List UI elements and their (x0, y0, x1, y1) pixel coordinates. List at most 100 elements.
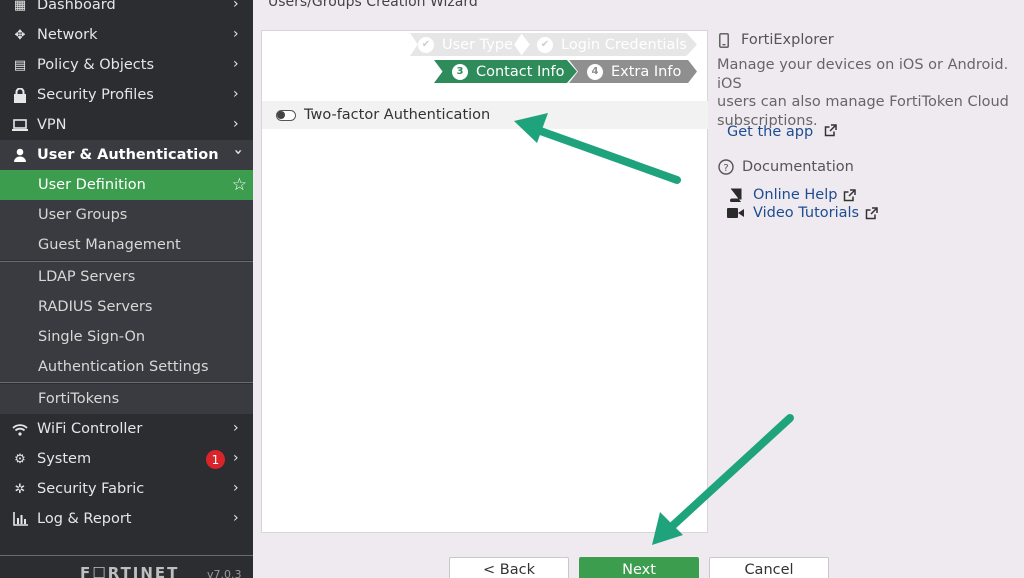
documentation-title: Documentation (742, 159, 854, 175)
step-number: 4 (587, 63, 603, 80)
sidebar-item-network[interactable]: ✥ Network › (0, 20, 253, 50)
sidebar-subitem-fortitokens[interactable]: FortiTokens (0, 384, 253, 414)
external-link-icon (844, 188, 857, 201)
page-title: Users/Groups Creation Wizard (268, 0, 478, 10)
video-tutorials-link[interactable]: Video Tutorials (727, 205, 878, 221)
step-login-credentials: ✔ Login Credentials (521, 33, 697, 56)
sidebar-item-label: Dashboard (37, 0, 116, 13)
get-app-label[interactable]: Get the app (727, 124, 813, 140)
sidebar-item-dashboard[interactable]: ▦ Dashboard › (0, 0, 253, 20)
sidebar-subitem-label: User Definition (38, 177, 146, 193)
sidebar-item-vpn[interactable]: VPN › (0, 110, 253, 140)
sidebar-subitem-radius-servers[interactable]: RADIUS Servers (0, 292, 253, 322)
sidebar-item-label: Network (37, 27, 98, 43)
online-help-link[interactable]: Online Help (729, 187, 857, 203)
sidebar-subitem-label: LDAP Servers (38, 269, 136, 285)
fabric-icon: ✲ (14, 481, 26, 497)
sidebar-item-security-fabric[interactable]: ✲ Security Fabric › (0, 474, 253, 504)
step-label: Extra Info (611, 63, 682, 80)
sidebar-item-label: Security Profiles (37, 87, 154, 103)
gear-icon: ⚙ (14, 451, 26, 467)
sidebar-item-label: System (37, 451, 92, 467)
check-icon: ✔ (537, 36, 553, 53)
chevron-right-icon: › (233, 450, 239, 466)
notification-badge: 1 (206, 450, 225, 469)
sidebar-item-system[interactable]: ⚙ System 1 › (0, 444, 253, 474)
sidebar-subitem-single-sign-on[interactable]: Single Sign-On (0, 322, 253, 352)
wifi-icon (11, 420, 29, 438)
check-icon: ✔ (418, 36, 434, 53)
fortiexplorer-description: Manage your devices on iOS or Android. i… (717, 56, 1024, 130)
step-user-type: ✔ User Type (410, 33, 522, 56)
sidebar-divider (0, 382, 253, 383)
chevron-right-icon: › (233, 26, 239, 42)
sidebar-subitem-ldap-servers[interactable]: LDAP Servers (0, 262, 253, 292)
next-button[interactable]: Next (579, 557, 699, 578)
get-app-link[interactable]: Get the app (727, 121, 837, 140)
cancel-button[interactable]: Cancel (709, 557, 829, 578)
sidebar-subitem-label: Guest Management (38, 237, 181, 253)
fortiexplorer-title: FortiExplorer (741, 32, 834, 48)
video-tutorials-label[interactable]: Video Tutorials (753, 205, 859, 221)
chevron-down-icon: › (230, 149, 246, 155)
sidebar-subitem-label: Single Sign-On (38, 329, 146, 345)
chevron-right-icon: › (233, 420, 239, 436)
network-icon: ✥ (14, 27, 26, 43)
sidebar-item-user-authentication[interactable]: User & Authentication › (0, 140, 253, 170)
chevron-right-icon: › (233, 86, 239, 102)
sidebar-subitem-label: User Groups (38, 207, 128, 223)
two-factor-toggle[interactable] (276, 109, 296, 121)
external-link-icon (865, 206, 878, 219)
description-line: Manage your devices on iOS or Android. i… (717, 57, 1009, 92)
help-circle-icon: ? (718, 159, 734, 175)
chevron-right-icon: › (233, 116, 239, 132)
sidebar-item-label: Log & Report (37, 511, 132, 527)
sidebar-subitem-user-groups[interactable]: User Groups (0, 200, 253, 230)
chart-icon (11, 510, 29, 528)
sidebar-subitem-user-definition[interactable]: User Definition ☆ (0, 170, 253, 200)
online-help-label[interactable]: Online Help (753, 187, 837, 203)
step-label: User Type (442, 36, 513, 53)
sidebar-subitem-label: FortiTokens (38, 391, 120, 407)
sidebar-subitem-authentication-settings[interactable]: Authentication Settings (0, 352, 253, 382)
phone-icon (719, 32, 729, 48)
book-icon (730, 188, 742, 202)
laptop-icon (11, 116, 29, 134)
sidebar-subitem-label: RADIUS Servers (38, 299, 153, 315)
sidebar-item-log-report[interactable]: Log & Report › (0, 504, 253, 534)
svg-text:?: ? (723, 163, 728, 174)
sidebar-subitem-guest-management[interactable]: Guest Management (0, 230, 253, 260)
version-label: v7.0.3 (207, 568, 242, 578)
sidebar-item-label: User & Authentication (37, 147, 219, 163)
lock-icon (11, 86, 29, 104)
chevron-right-icon: › (233, 56, 239, 72)
chevron-right-icon: › (233, 0, 239, 12)
dashboard-icon: ▦ (13, 0, 27, 13)
step-label: Login Credentials (561, 36, 687, 53)
two-factor-label: Two-factor Authentication (304, 107, 491, 123)
description-line: users can also manage FortiToken Cloud (717, 94, 1009, 110)
chevron-right-icon: › (233, 480, 239, 496)
sidebar-item-label: Policy & Objects (37, 57, 155, 73)
step-label: Contact Info (476, 63, 565, 80)
sidebar-subitem-label: Authentication Settings (38, 359, 209, 375)
policy-icon: ▤ (13, 57, 27, 73)
sidebar-divider (0, 555, 253, 556)
documentation-section: ? Documentation (718, 159, 854, 175)
sidebar-item-label: Security Fabric (37, 481, 145, 497)
two-factor-row: Two-factor Authentication (262, 101, 708, 129)
star-icon[interactable]: ☆ (232, 175, 247, 195)
back-button[interactable]: < Back (449, 557, 569, 578)
sidebar: ▦ Dashboard › ✥ Network › ▤ Policy & Obj… (0, 0, 253, 578)
sidebar-item-policy-objects[interactable]: ▤ Policy & Objects › (0, 50, 253, 80)
chevron-right-icon: › (233, 510, 239, 526)
sidebar-item-wifi-controller[interactable]: WiFi Controller › (0, 414, 253, 444)
external-link-icon (825, 124, 837, 137)
sidebar-item-label: VPN (37, 117, 67, 133)
user-icon (11, 146, 29, 164)
fortiexplorer-section: FortiExplorer (719, 32, 834, 48)
fortinet-logo: F☐RTINET (80, 564, 180, 578)
sidebar-item-security-profiles[interactable]: Security Profiles › (0, 80, 253, 110)
video-camera-icon (727, 208, 744, 218)
step-number: 3 (452, 63, 468, 80)
